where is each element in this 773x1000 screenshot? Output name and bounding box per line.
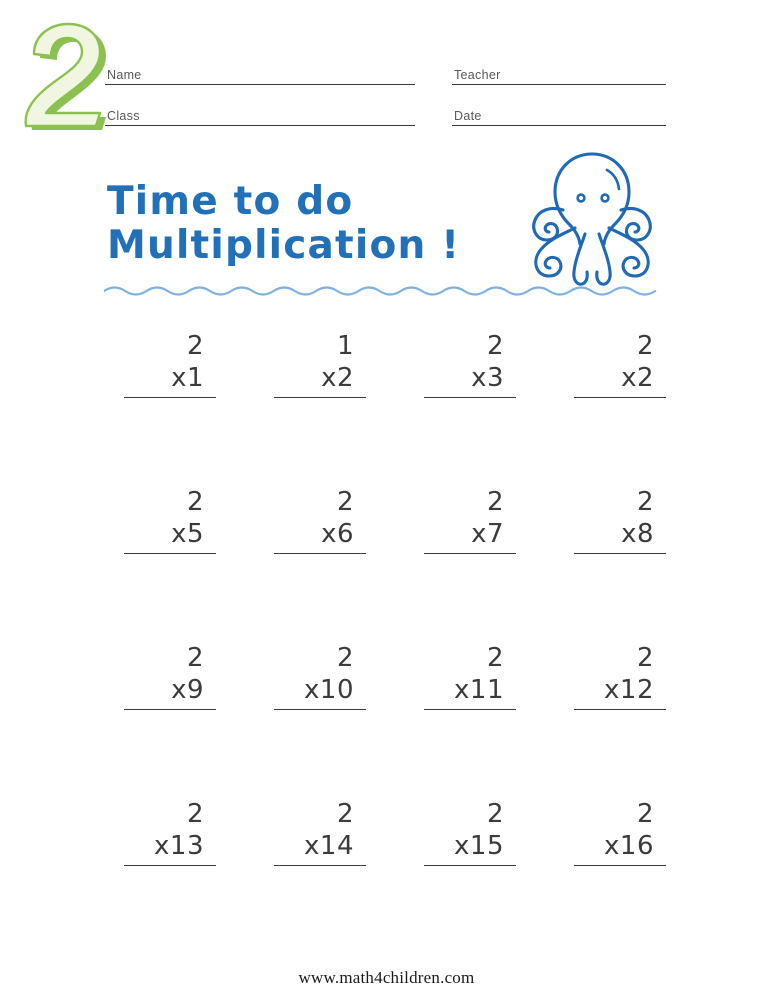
problem-multiplicand: 1 — [336, 331, 354, 361]
problem-multiplier: x10 — [304, 675, 354, 705]
octopus-icon — [519, 148, 665, 290]
problem-multiplier: x13 — [154, 831, 204, 861]
problem-cell: 2 x1 — [95, 330, 245, 486]
field-date[interactable]: Date — [452, 109, 666, 126]
answer-rule[interactable] — [274, 397, 366, 398]
problem-multiplier: x3 — [471, 363, 504, 393]
problem-row: 2 x13 2 x14 2 x15 2 x16 — [95, 798, 695, 954]
field-date-line[interactable] — [452, 125, 666, 126]
problem-cell: 2 x13 — [95, 798, 245, 954]
answer-rule[interactable] — [124, 397, 216, 398]
field-name-line[interactable] — [105, 84, 415, 85]
problem-multiplicand: 2 — [486, 487, 504, 517]
field-class-label: Class — [107, 109, 140, 123]
problem-multiplier: x8 — [621, 519, 654, 549]
field-date-label: Date — [454, 109, 482, 123]
problem-multiplicand: 2 — [486, 331, 504, 361]
problem-cell: 2 x5 — [95, 486, 245, 642]
answer-rule[interactable] — [574, 865, 666, 866]
problem-multiplier: x15 — [454, 831, 504, 861]
answer-rule[interactable] — [574, 709, 666, 710]
problem-multiplier: x2 — [621, 363, 654, 393]
problem-multiplier: x9 — [171, 675, 204, 705]
problem-cell: 2 x14 — [245, 798, 395, 954]
answer-rule[interactable] — [124, 709, 216, 710]
problem-multiplicand: 2 — [336, 487, 354, 517]
answer-rule[interactable] — [424, 553, 516, 554]
problem-multiplier: x7 — [471, 519, 504, 549]
problem-multiplier: x1 — [171, 363, 204, 393]
answer-rule[interactable] — [274, 553, 366, 554]
problem-cell: 2 x12 — [545, 642, 695, 798]
problem-multiplicand: 2 — [186, 331, 204, 361]
problem-cell: 2 x6 — [245, 486, 395, 642]
answer-rule[interactable] — [424, 865, 516, 866]
problems-grid: 2 x1 1 x2 2 x3 2 x2 2 x5 2 x6 2 x7 2 x8 … — [95, 330, 695, 954]
problem-cell: 2 x10 — [245, 642, 395, 798]
problem-cell: 2 x2 — [545, 330, 695, 486]
worksheet-title: Time to do Multiplication ! — [107, 180, 527, 268]
problem-multiplicand: 2 — [336, 643, 354, 673]
problem-multiplicand: 2 — [636, 799, 654, 829]
problem-multiplicand: 2 — [336, 799, 354, 829]
problem-cell: 2 x8 — [545, 486, 695, 642]
footer-url: www.math4children.com — [298, 968, 475, 987]
answer-rule[interactable] — [424, 709, 516, 710]
field-teacher-label: Teacher — [454, 68, 501, 82]
problem-cell: 2 x11 — [395, 642, 545, 798]
problem-multiplicand: 2 — [186, 643, 204, 673]
number-badge-2 — [18, 22, 110, 132]
problem-multiplicand: 2 — [486, 799, 504, 829]
answer-rule[interactable] — [574, 553, 666, 554]
problem-cell: 2 x16 — [545, 798, 695, 954]
problem-multiplicand: 2 — [636, 331, 654, 361]
field-teacher-line[interactable] — [452, 84, 666, 85]
problem-multiplicand: 2 — [636, 487, 654, 517]
problem-row: 2 x1 1 x2 2 x3 2 x2 — [95, 330, 695, 486]
problem-multiplier: x6 — [321, 519, 354, 549]
problem-multiplier: x5 — [171, 519, 204, 549]
problem-cell: 2 x7 — [395, 486, 545, 642]
problem-cell: 1 x2 — [245, 330, 395, 486]
field-teacher[interactable]: Teacher — [452, 68, 666, 85]
problem-multiplier: x16 — [604, 831, 654, 861]
problem-multiplicand: 2 — [186, 799, 204, 829]
problem-multiplier: x11 — [454, 675, 504, 705]
problem-multiplier: x2 — [321, 363, 354, 393]
answer-rule[interactable] — [124, 553, 216, 554]
field-name[interactable]: Name — [105, 68, 415, 85]
answer-rule[interactable] — [424, 397, 516, 398]
problem-row: 2 x9 2 x10 2 x11 2 x12 — [95, 642, 695, 798]
answer-rule[interactable] — [274, 709, 366, 710]
answer-rule[interactable] — [124, 865, 216, 866]
worksheet-header: Name Class Teacher Date — [0, 0, 773, 150]
problem-cell: 2 x3 — [395, 330, 545, 486]
worksheet-page: Name Class Teacher Date Time to do Multi… — [0, 0, 773, 1000]
problem-multiplier: x14 — [304, 831, 354, 861]
title-line-2: Multiplication ! — [107, 223, 461, 268]
title-line-1: Time to do — [107, 179, 354, 224]
problem-multiplicand: 2 — [486, 643, 504, 673]
answer-rule[interactable] — [274, 865, 366, 866]
field-class[interactable]: Class — [105, 109, 415, 126]
wave-divider-icon — [104, 283, 670, 299]
problem-multiplicand: 2 — [186, 487, 204, 517]
answer-rule[interactable] — [574, 397, 666, 398]
problem-row: 2 x5 2 x6 2 x7 2 x8 — [95, 486, 695, 642]
problem-cell: 2 x9 — [95, 642, 245, 798]
problem-cell: 2 x15 — [395, 798, 545, 954]
field-class-line[interactable] — [105, 125, 415, 126]
problem-multiplicand: 2 — [636, 643, 654, 673]
field-name-label: Name — [107, 68, 142, 82]
problem-multiplier: x12 — [604, 675, 654, 705]
